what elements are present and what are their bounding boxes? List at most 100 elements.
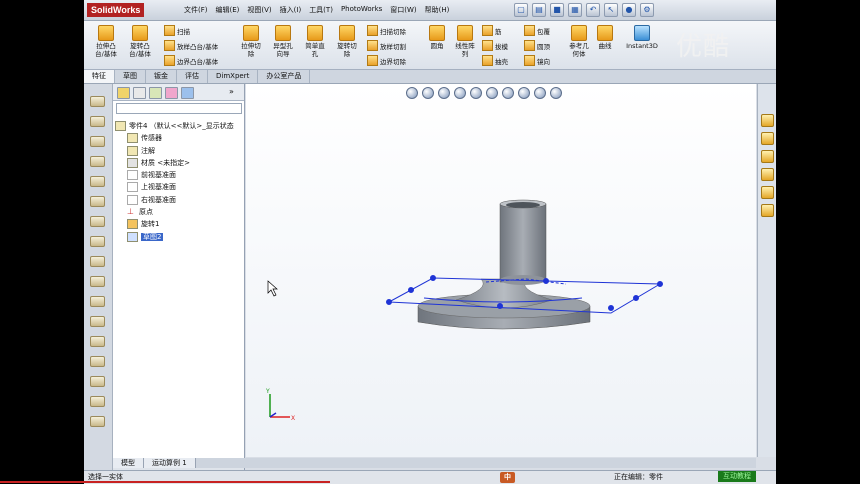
feature-tree-tab-icon[interactable] (117, 87, 130, 99)
offset-tool-icon[interactable] (90, 356, 105, 367)
ellipse-tool-icon[interactable] (90, 236, 105, 247)
wrap-button[interactable]: 包覆 (524, 25, 550, 36)
rib-icon (482, 25, 493, 36)
text-tool-icon[interactable] (90, 316, 105, 327)
rebuild-icon[interactable]: ● (622, 3, 636, 17)
shell-button[interactable]: 抽壳 (482, 55, 508, 66)
tree-item-origin[interactable]: ⊥ 原点 (113, 206, 244, 218)
open-icon[interactable]: ▤ (532, 3, 546, 17)
boundary-cut-button[interactable]: 边界切除 (367, 55, 406, 66)
sweep-button[interactable]: 扫描 (164, 25, 190, 36)
extrude-boss-button[interactable]: 拉伸凸 台/基体 (90, 25, 122, 58)
boundary-boss-button[interactable]: 边界凸台/基体 (164, 55, 218, 66)
spline-tool-icon[interactable] (90, 216, 105, 227)
menu-insert[interactable]: 插入(I) (280, 5, 302, 15)
tree-item-material[interactable]: 材质 <未指定> (113, 157, 244, 169)
undo-icon[interactable]: ↶ (586, 3, 600, 17)
instant3d-button[interactable]: Instant3D (622, 25, 662, 50)
trim-tool-icon[interactable] (90, 336, 105, 347)
options-icon[interactable]: ⚙ (640, 3, 654, 17)
revolved-part[interactable] (417, 199, 591, 330)
loft-boss-button[interactable]: 放样凸台/基体 (164, 40, 218, 51)
configuration-manager-tab-icon[interactable] (149, 87, 162, 99)
tree-item-sensors[interactable]: 传感器 (113, 132, 244, 144)
tree-item-label: 原点 (139, 208, 153, 217)
arc-tool-icon[interactable] (90, 196, 105, 207)
menu-file[interactable]: 文件(F) (184, 5, 208, 15)
tree-item-top-plane[interactable]: 上视基准面 (113, 181, 244, 193)
curves-button[interactable]: 曲线 (594, 25, 616, 50)
menu-window[interactable]: 窗口(W) (390, 5, 416, 15)
reference-geometry-button[interactable]: 参考几 何体 (564, 25, 594, 58)
sketch-tool-icon[interactable] (90, 96, 105, 107)
design-library-icon[interactable] (761, 132, 774, 145)
mirror-icon (524, 55, 535, 66)
hole-wizard-label: 异型孔 向导 (273, 42, 293, 58)
custom-properties-icon[interactable] (761, 204, 774, 217)
revolve-cut-button[interactable]: 旋转切 除 (332, 25, 362, 58)
menu-view[interactable]: 视图(V) (247, 5, 271, 15)
centerline-tool-icon[interactable] (90, 296, 105, 307)
new-icon[interactable]: ▢ (514, 3, 528, 17)
tree-root-part[interactable]: 零件4 （默认<<默认>_显示状态 (113, 120, 244, 132)
tab-features[interactable]: 特征 (84, 70, 115, 83)
rib-label: 筋 (495, 27, 502, 36)
lofted-cut-button[interactable]: 放样切割 (367, 40, 406, 51)
tab-model[interactable]: 模型 (113, 458, 144, 468)
graphics-area[interactable]: X Y (246, 84, 756, 457)
dome-label: 圆顶 (537, 42, 550, 51)
hole-wizard-button[interactable]: 异型孔 向导 (268, 25, 298, 58)
tab-sketch[interactable]: 草图 (115, 70, 146, 83)
dimxpert-manager-tab-icon[interactable] (165, 87, 178, 99)
property-manager-tab-icon[interactable] (133, 87, 146, 99)
feature-filter-input[interactable] (116, 103, 242, 114)
menu-help[interactable]: 帮助(H) (425, 5, 450, 15)
display-manager-tab-icon[interactable] (181, 87, 194, 99)
revolve-boss-button[interactable]: 旋转凸 台/基体 (124, 25, 156, 58)
print-icon[interactable]: ▦ (568, 3, 582, 17)
tree-item-revolve1[interactable]: 旋转1 (113, 218, 244, 230)
fillet-sketch-icon[interactable] (90, 256, 105, 267)
tree-item-front-plane[interactable]: 前视基准面 (113, 169, 244, 181)
menu-edit[interactable]: 编辑(E) (216, 5, 240, 15)
tree-item-right-plane[interactable]: 右视基准面 (113, 194, 244, 206)
tree-item-annotations[interactable]: 注解 (113, 145, 244, 157)
dome-button[interactable]: 圆顶 (524, 40, 550, 51)
resources-icon[interactable] (761, 114, 774, 127)
file-explorer-icon[interactable] (761, 150, 774, 163)
smart-dimension-icon[interactable] (90, 116, 105, 127)
boundary-boss-label: 边界凸台/基体 (177, 57, 219, 66)
menu-tools[interactable]: 工具(T) (309, 5, 333, 15)
save-icon[interactable]: ■ (550, 3, 564, 17)
tab-office-products[interactable]: 办公室产品 (258, 70, 311, 83)
swept-cut-button[interactable]: 扫描切除 (367, 25, 406, 36)
sweep-icon (164, 25, 175, 36)
appearances-icon[interactable] (761, 186, 774, 199)
view-palette-icon[interactable] (761, 168, 774, 181)
ime-indicator[interactable]: 中 (500, 472, 515, 483)
simple-hole-button[interactable]: 简单直 孔 (300, 25, 330, 58)
tab-motion-study[interactable]: 运动算例 1 (144, 458, 196, 468)
linear-pattern-sketch-icon[interactable] (90, 396, 105, 407)
extrude-cut-button[interactable]: 拉伸切 除 (236, 25, 266, 58)
point-tool-icon[interactable] (90, 276, 105, 287)
tree-item-sketch2[interactable]: 草图2 (113, 231, 244, 243)
select-icon[interactable]: ↖ (604, 3, 618, 17)
menu-photoworks[interactable]: PhotoWorks (341, 5, 382, 15)
mirror-button[interactable]: 镜向 (524, 55, 550, 66)
circle-tool-icon[interactable] (90, 176, 105, 187)
sensor-icon (127, 133, 138, 144)
expand-chevron-icon[interactable]: » (229, 87, 240, 97)
quick-access-toolbar: ▢ ▤ ■ ▦ ↶ ↖ ● ⚙ (514, 3, 654, 17)
mirror-entities-icon[interactable] (90, 376, 105, 387)
move-entities-icon[interactable] (90, 416, 105, 427)
tab-evaluate[interactable]: 评估 (177, 70, 208, 83)
rectangle-tool-icon[interactable] (90, 156, 105, 167)
tab-sheet-metal[interactable]: 钣金 (146, 70, 177, 83)
rib-button[interactable]: 筋 (482, 25, 502, 36)
tab-dimxpert[interactable]: DimXpert (208, 70, 259, 83)
fillet-button[interactable]: 圆角 (426, 25, 448, 50)
line-tool-icon[interactable] (90, 136, 105, 147)
linear-pattern-button[interactable]: 线性阵 列 (450, 25, 480, 58)
draft-button[interactable]: 拔模 (482, 40, 508, 51)
